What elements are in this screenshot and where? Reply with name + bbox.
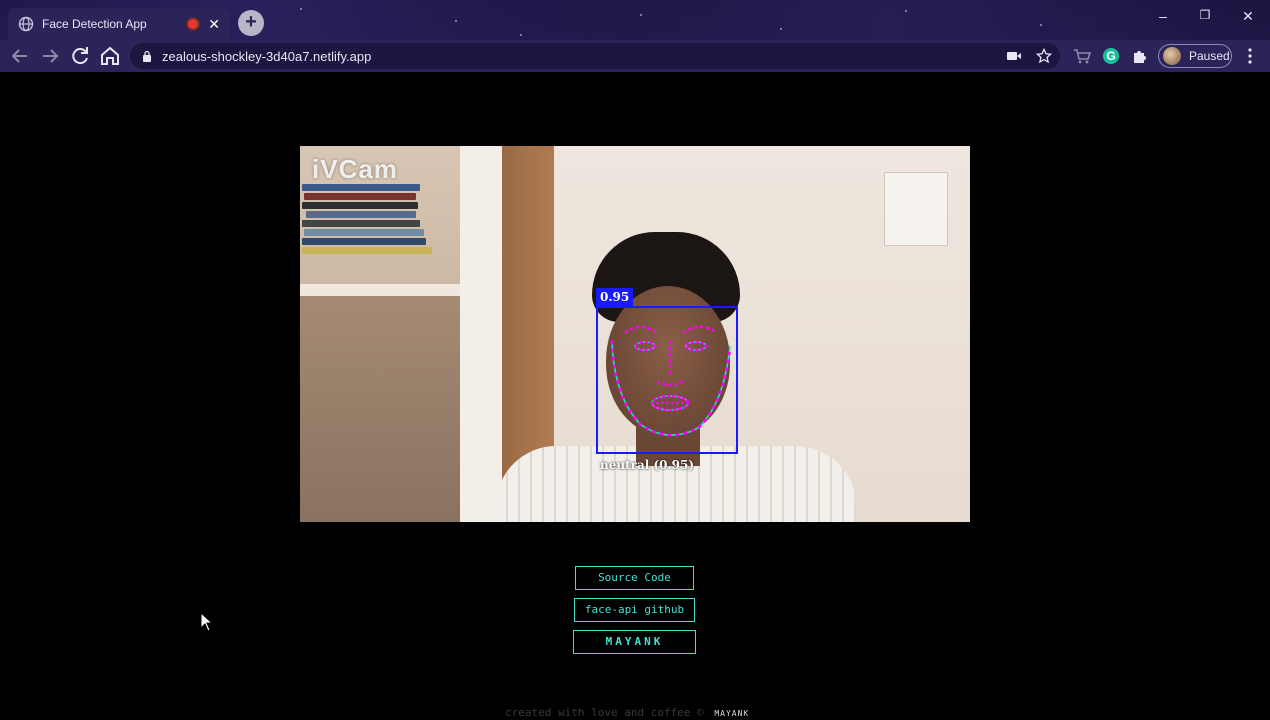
footer: created with love and coffee © MAYANK (505, 706, 749, 719)
footer-text: created with love and coffee © (505, 706, 704, 719)
mayank-button[interactable]: MAYANK (573, 630, 696, 654)
detection-score-label: 0.95 (596, 288, 634, 306)
lock-icon[interactable] (142, 50, 152, 62)
url-text: zealous-shockley-3d40a7.netlify.app (162, 48, 372, 64)
reload-icon[interactable] (68, 44, 92, 68)
close-window-button[interactable]: ✕ (1233, 8, 1263, 25)
tab-title: Face Detection App (42, 17, 147, 31)
mouse-cursor-icon (200, 612, 214, 632)
recording-indicator-icon (188, 19, 199, 29)
close-tab-icon[interactable]: ✕ (208, 17, 220, 31)
star-icon[interactable] (1036, 48, 1052, 64)
avatar (1163, 47, 1181, 65)
expression-label: neutral (0.95) (600, 458, 695, 472)
browser-toolbar: zealous-shockley-3d40a7.netlify.app G (0, 40, 1270, 72)
camera-icon[interactable] (1006, 50, 1022, 62)
profile-button[interactable]: Paused (1158, 44, 1232, 68)
new-tab-button[interactable]: + (238, 10, 264, 36)
browser-tab[interactable]: Face Detection App ✕ (8, 8, 230, 40)
home-icon[interactable] (98, 44, 122, 68)
cart-icon[interactable] (1072, 46, 1092, 66)
webcam-video: iVCam 0.95 neutral (0.95) (300, 146, 970, 522)
profile-status: Paused (1189, 49, 1230, 63)
extensions-icon[interactable] (1130, 46, 1150, 66)
grammarly-icon[interactable]: G (1103, 48, 1119, 64)
back-icon[interactable] (8, 44, 32, 68)
minimize-button[interactable]: – (1148, 8, 1178, 24)
mayank-logo[interactable]: MAYANK (714, 709, 749, 718)
page-content: iVCam 0.95 neutral (0.95) Source Code fa… (0, 72, 1270, 720)
face-api-github-button[interactable]: face-api github (574, 598, 695, 622)
source-code-button[interactable]: Source Code (575, 566, 694, 590)
menu-icon[interactable] (1240, 46, 1260, 66)
restore-button[interactable]: ❐ (1190, 8, 1220, 22)
globe-icon (18, 16, 34, 32)
forward-icon[interactable] (38, 44, 62, 68)
browser-titlebar: Face Detection App ✕ + – ❐ ✕ (0, 0, 1270, 40)
address-bar[interactable]: zealous-shockley-3d40a7.netlify.app (130, 43, 1060, 69)
face-detection-box (596, 306, 738, 454)
